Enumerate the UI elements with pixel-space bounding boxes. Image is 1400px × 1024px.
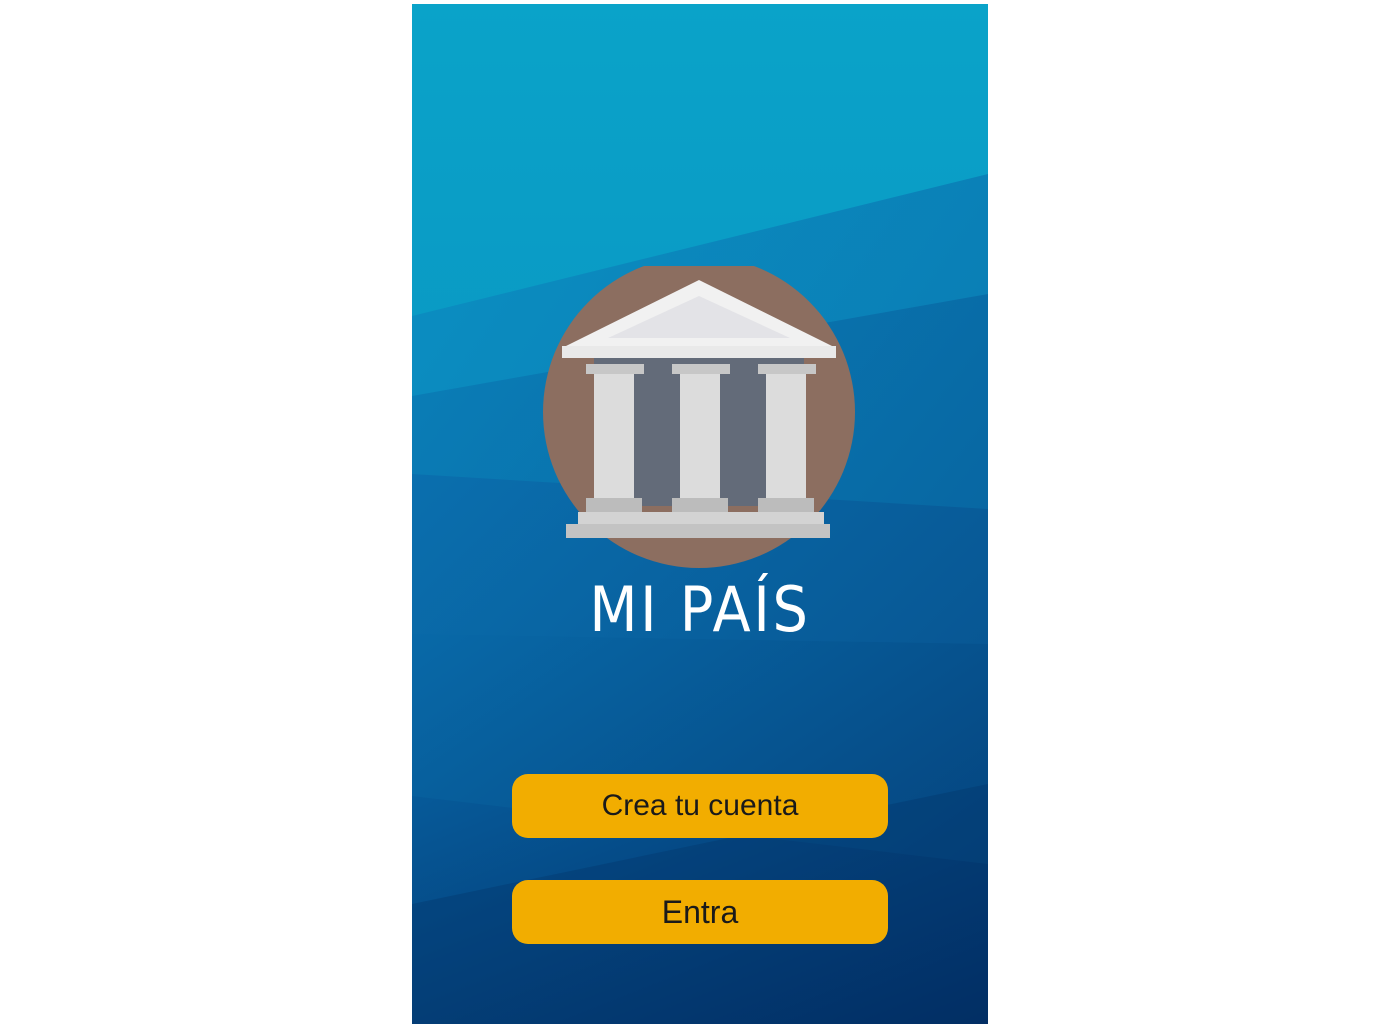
government-building-icon [543, 266, 855, 568]
login-button[interactable]: Entra [512, 880, 888, 944]
welcome-screen: MI PAÍS Crea tu cuenta Entra [412, 4, 988, 1024]
app-title: MI PAÍS [589, 573, 811, 646]
create-account-button[interactable]: Crea tu cuenta [512, 774, 888, 838]
